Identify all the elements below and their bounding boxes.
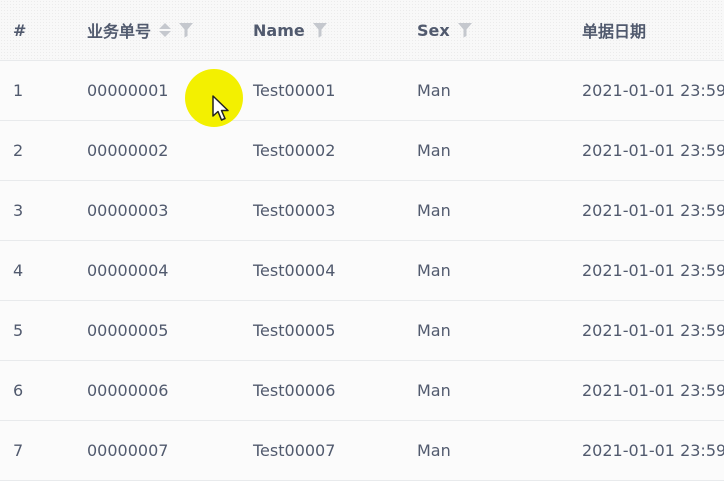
cell-sex: Man: [417, 201, 451, 220]
data-table: # 业务单号 Name Sex 单据日期 1 00000001 Test0000…: [0, 0, 724, 488]
cell-index: 5: [13, 321, 24, 340]
cell-date: 2021-01-01 23:59: [582, 261, 724, 280]
cell-name: Test00005: [253, 321, 336, 340]
table-row[interactable]: 3 00000003 Test00003 Man 2021-01-01 23:5…: [0, 181, 724, 241]
cell-date: 2021-01-01 23:59: [582, 141, 724, 160]
cell-sex: Man: [417, 141, 451, 160]
cell-date: 2021-01-01 23:59: [582, 441, 724, 460]
column-header-order-no[interactable]: 业务单号: [87, 0, 194, 60]
filter-icon[interactable]: [312, 22, 327, 38]
table-row[interactable]: 4 00000004 Test00004 Man 2021-01-01 23:5…: [0, 241, 724, 301]
column-header-label: Sex: [417, 20, 450, 40]
column-header-sex[interactable]: Sex: [417, 0, 472, 60]
cell-name: Test00007: [253, 441, 336, 460]
column-header-label: 业务单号: [87, 22, 152, 41]
cell-order-no: 00000004: [87, 261, 169, 280]
table-row[interactable]: 1 00000001 Test00001 Man 2021-01-01 23:5…: [0, 61, 724, 121]
table-row[interactable]: 5 00000005 Test00005 Man 2021-01-01 23:5…: [0, 301, 724, 361]
cell-index: 4: [13, 261, 24, 280]
column-header-label: #: [13, 20, 27, 40]
sort-icon[interactable]: [159, 23, 172, 37]
cell-sex: Man: [417, 81, 451, 100]
table-row[interactable]: 2 00000002 Test00002 Man 2021-01-01 23:5…: [0, 121, 724, 181]
cell-sex: Man: [417, 381, 451, 400]
cell-order-no: 00000003: [87, 201, 169, 220]
cell-order-no: 00000005: [87, 321, 169, 340]
cell-date: 2021-01-01 23:59: [582, 381, 724, 400]
cell-name: Test00002: [253, 141, 336, 160]
cell-index: 1: [13, 81, 24, 100]
sort-ascending-icon[interactable]: [159, 23, 172, 29]
sort-descending-icon[interactable]: [159, 31, 172, 37]
cell-date: 2021-01-01 23:59: [582, 81, 724, 100]
filter-icon[interactable]: [457, 22, 472, 38]
cell-order-no: 00000006: [87, 381, 169, 400]
cell-date: 2021-01-01 23:59: [582, 321, 724, 340]
column-header-date: 单据日期: [582, 0, 646, 60]
table-row[interactable]: 7 00000007 Test00007 Man 2021-01-01 23:5…: [0, 421, 724, 481]
table-row[interactable]: 6 00000006 Test00006 Man 2021-01-01 23:5…: [0, 361, 724, 421]
table-header: # 业务单号 Name Sex 单据日期: [0, 0, 724, 61]
cell-order-no: 00000002: [87, 141, 169, 160]
column-header-label: Name: [253, 20, 305, 40]
cell-date: 2021-01-01 23:59: [582, 201, 724, 220]
cursor-icon: [212, 95, 232, 123]
cell-index: 2: [13, 141, 24, 160]
column-header-name[interactable]: Name: [253, 0, 327, 60]
column-header-index: #: [13, 0, 26, 60]
cell-index: 7: [13, 441, 24, 460]
cell-sex: Man: [417, 261, 451, 280]
cell-sex: Man: [417, 441, 451, 460]
cell-name: Test00001: [253, 81, 336, 100]
cell-order-no: 00000007: [87, 441, 169, 460]
column-header-label: 单据日期: [582, 22, 647, 41]
filter-icon[interactable]: [179, 22, 194, 38]
cell-name: Test00003: [253, 201, 336, 220]
cell-sex: Man: [417, 321, 451, 340]
cell-index: 6: [13, 381, 24, 400]
cell-order-no: 00000001: [87, 81, 169, 100]
cell-index: 3: [13, 201, 24, 220]
cell-name: Test00004: [253, 261, 336, 280]
cell-name: Test00006: [253, 381, 336, 400]
